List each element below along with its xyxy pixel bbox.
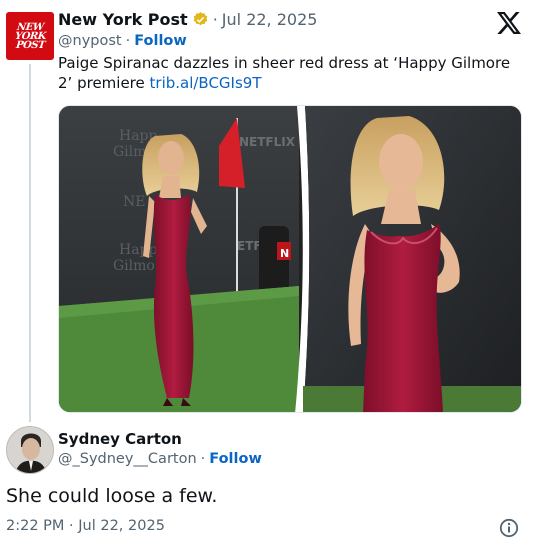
tweet-body: Paige Spiranac dazzles in sheer red dres… (58, 54, 511, 92)
reply-follow-button[interactable]: Follow (209, 451, 262, 467)
reply-header: Sydney Carton (58, 430, 182, 448)
tweet-header: New York Post · Jul 22, 2025 (58, 10, 317, 29)
separator-dot: · (200, 451, 206, 467)
media-photo: Happ Gilmo NE Happ Gilmo NETFLIX ETFLIX … (59, 106, 521, 412)
author-handle[interactable]: @nypost (58, 33, 122, 49)
reply-timestamp[interactable]: 2:22 PM · Jul 22, 2025 (6, 518, 165, 534)
avatar-logo-text-3: POST (14, 39, 46, 51)
nypost-avatar[interactable]: NEW YORK POST (6, 12, 54, 60)
author-handle-row: @nypost · Follow (58, 33, 187, 49)
tweet-text: Paige Spiranac dazzles in sheer red dres… (58, 53, 528, 93)
backdrop-text: NE (123, 194, 145, 210)
tweet-link[interactable]: trib.al/BCGIs9T (150, 74, 262, 92)
x-logo-icon[interactable] (497, 12, 521, 34)
reply-author-handle[interactable]: @_Sydney__Carton (58, 451, 197, 467)
backdrop-text: Happ (119, 242, 158, 258)
follow-button[interactable]: Follow (134, 33, 187, 49)
thread-connector-line (29, 64, 31, 422)
info-icon[interactable] (499, 518, 519, 538)
verified-badge-icon (193, 12, 208, 26)
author-name[interactable]: New York Post (58, 10, 188, 29)
separator-dot: · (125, 33, 131, 49)
reply-author-name[interactable]: Sydney Carton (58, 430, 182, 448)
tweet-media-image[interactable]: Happ Gilmo NE Happ Gilmo NETFLIX ETFLIX … (58, 105, 522, 413)
sydney-carton-avatar[interactable] (6, 426, 54, 474)
backdrop-text: NETFLIX (239, 135, 296, 149)
backdrop-text: Gilmo (113, 258, 155, 274)
separator-dot: · (212, 10, 218, 29)
bag-logo-text: N (280, 247, 289, 260)
reply-handle-row: @_Sydney__Carton · Follow (58, 451, 262, 467)
reply-text: She could loose a few. (6, 485, 218, 507)
tweet-date[interactable]: Jul 22, 2025 (222, 10, 318, 29)
